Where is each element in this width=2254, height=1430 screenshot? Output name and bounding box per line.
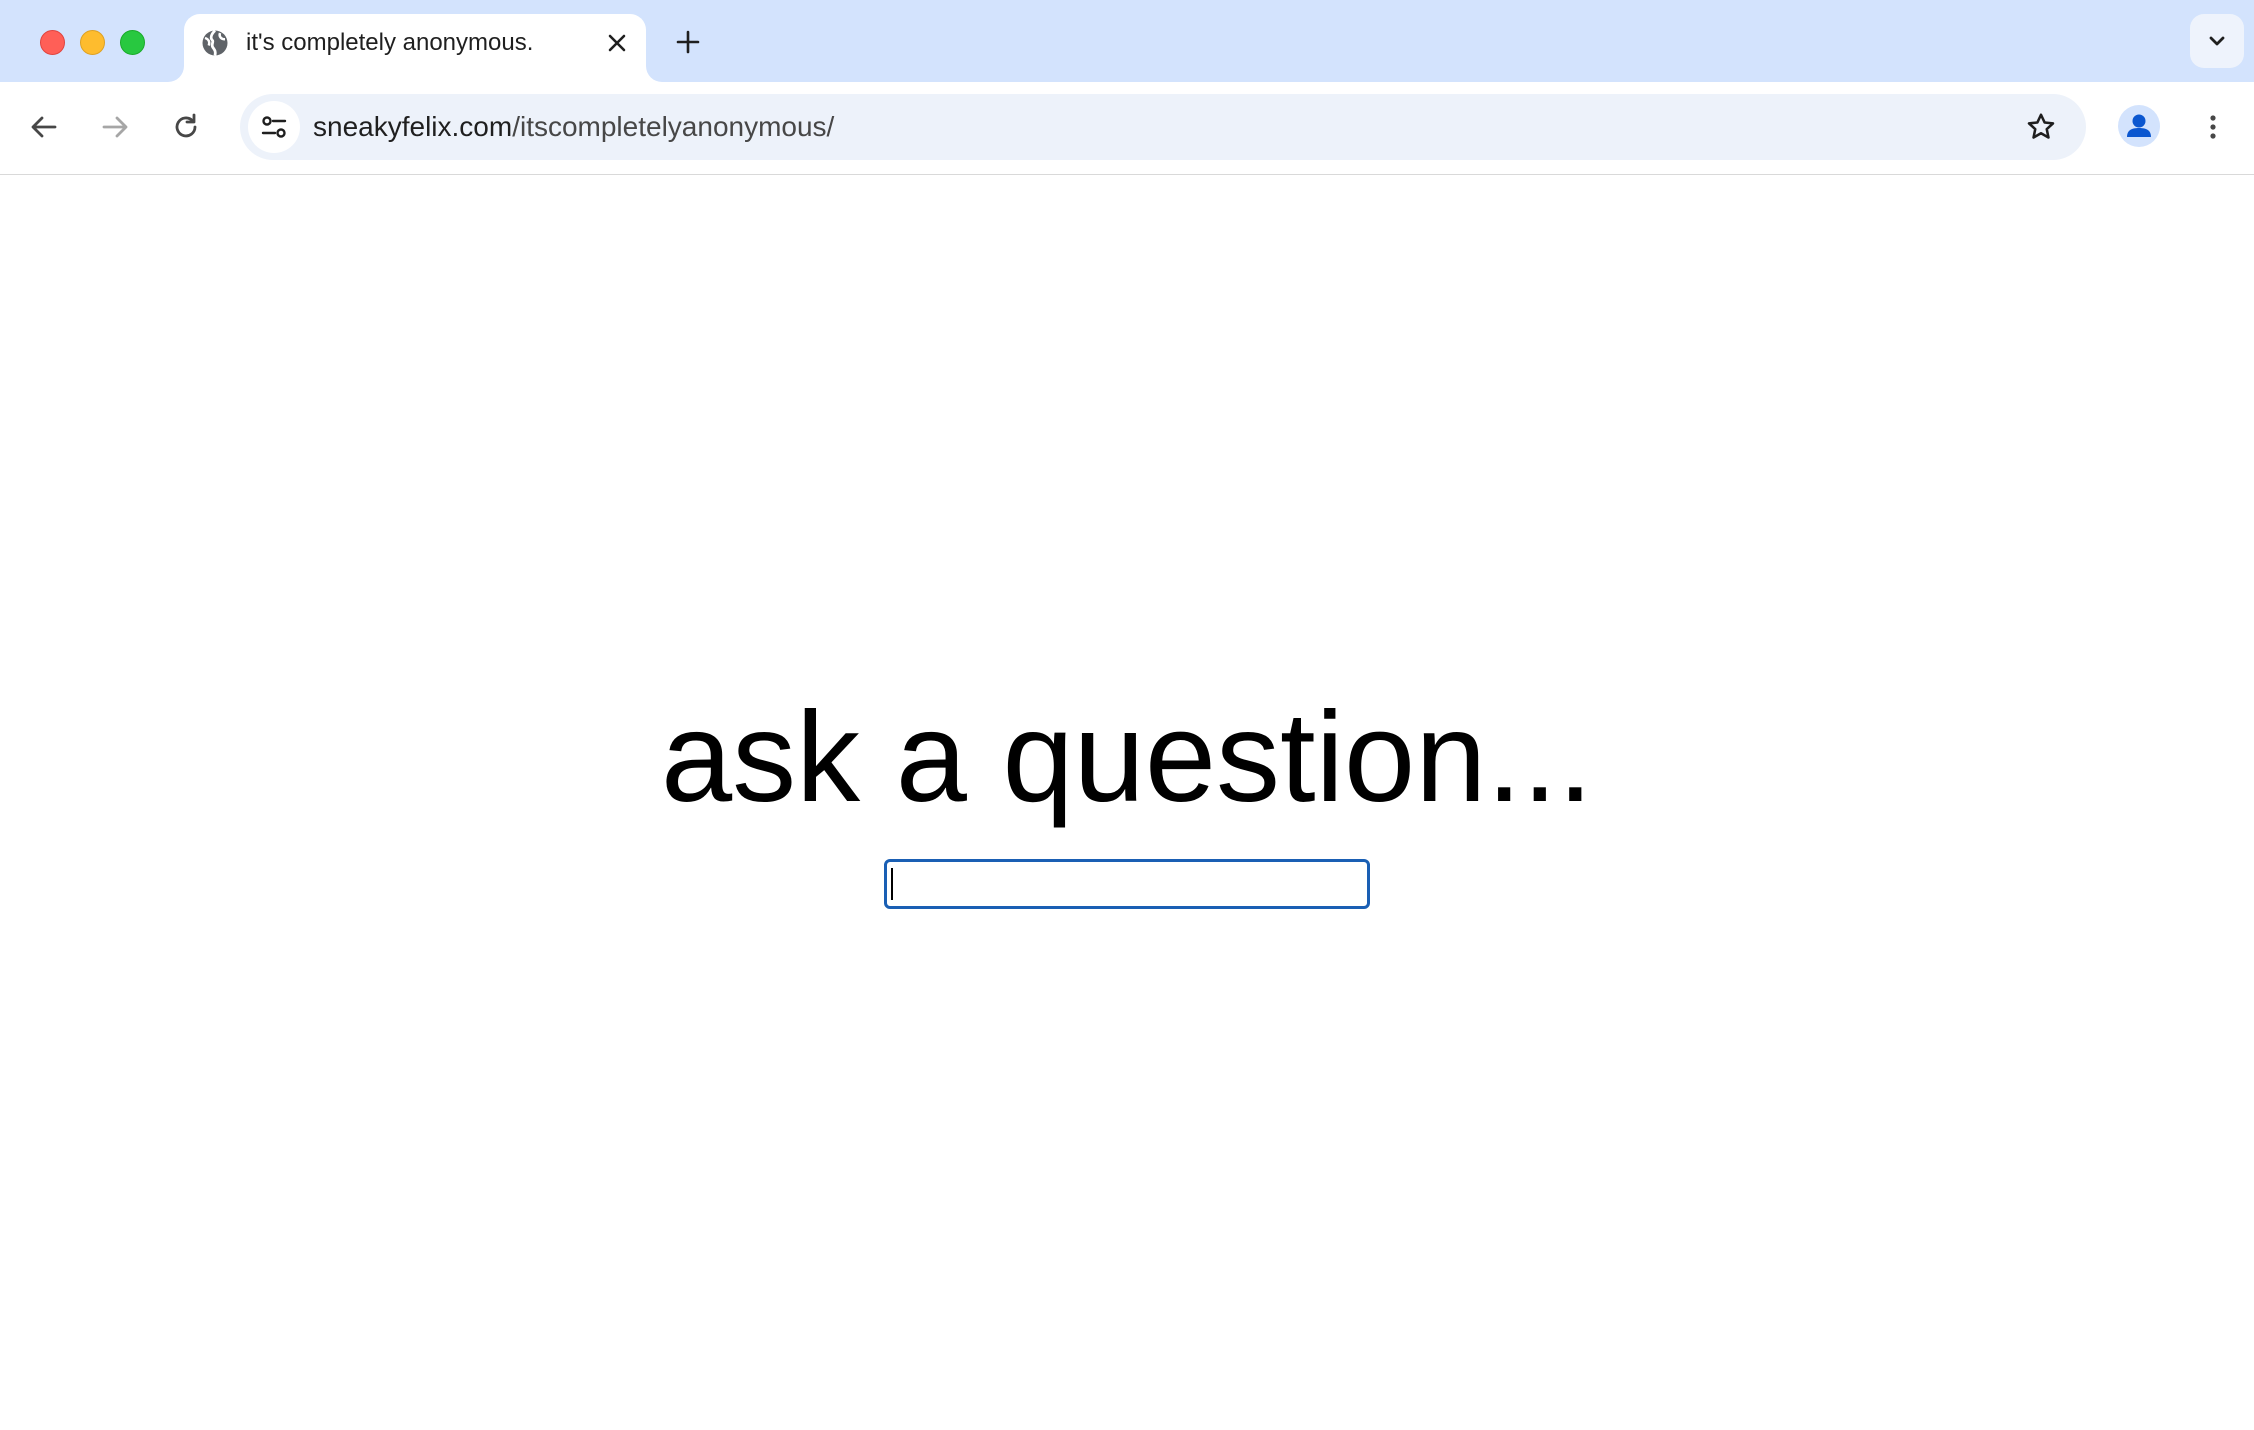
url-text[interactable]: sneakyfelix.com/itscompletelyanonymous/ (313, 111, 834, 143)
forward-button[interactable] (92, 104, 138, 150)
question-input[interactable] (884, 859, 1370, 909)
chevron-down-icon (2209, 36, 2225, 46)
page-content: ask a question... (0, 175, 2254, 1430)
globe-icon (200, 28, 230, 58)
kebab-menu-icon (2210, 115, 2216, 139)
tab-search-button[interactable] (2190, 14, 2244, 68)
browser-toolbar: sneakyfelix.com/itscompletelyanonymous/ (0, 82, 2254, 175)
tab-close-icon[interactable] (600, 26, 634, 60)
new-tab-button[interactable] (668, 22, 708, 62)
url-path: /itscompletelyanonymous/ (512, 111, 835, 142)
arrow-left-icon (31, 116, 57, 138)
tab-strip: it's completely anonymous. (0, 0, 2254, 82)
profile-button[interactable] (2118, 105, 2160, 147)
text-caret (891, 868, 893, 900)
url-host: sneakyfelix.com (313, 111, 513, 142)
person-icon (2127, 114, 2151, 137)
plus-icon (676, 30, 700, 54)
page-heading: ask a question... (660, 686, 1594, 829)
tab-active[interactable]: it's completely anonymous. (184, 14, 646, 82)
reload-icon (175, 113, 197, 138)
arrow-right-icon (102, 116, 128, 138)
window-close-button[interactable] (40, 30, 65, 55)
reload-button[interactable] (163, 104, 209, 150)
site-info-button[interactable] (248, 101, 300, 153)
address-bar[interactable]: sneakyfelix.com/itscompletelyanonymous/ (240, 94, 2086, 160)
tab-title: it's completely anonymous. (246, 29, 534, 56)
window-minimize-button[interactable] (80, 30, 105, 55)
back-button[interactable] (21, 104, 67, 150)
tune-icon (261, 116, 287, 138)
browser-menu-button[interactable] (2190, 104, 2236, 150)
bookmark-button[interactable] (2020, 106, 2062, 148)
star-icon (2027, 113, 2055, 139)
window-maximize-button[interactable] (120, 30, 145, 55)
browser-window: it's completely anonymous. sneakyfelix.c… (0, 0, 2254, 1430)
